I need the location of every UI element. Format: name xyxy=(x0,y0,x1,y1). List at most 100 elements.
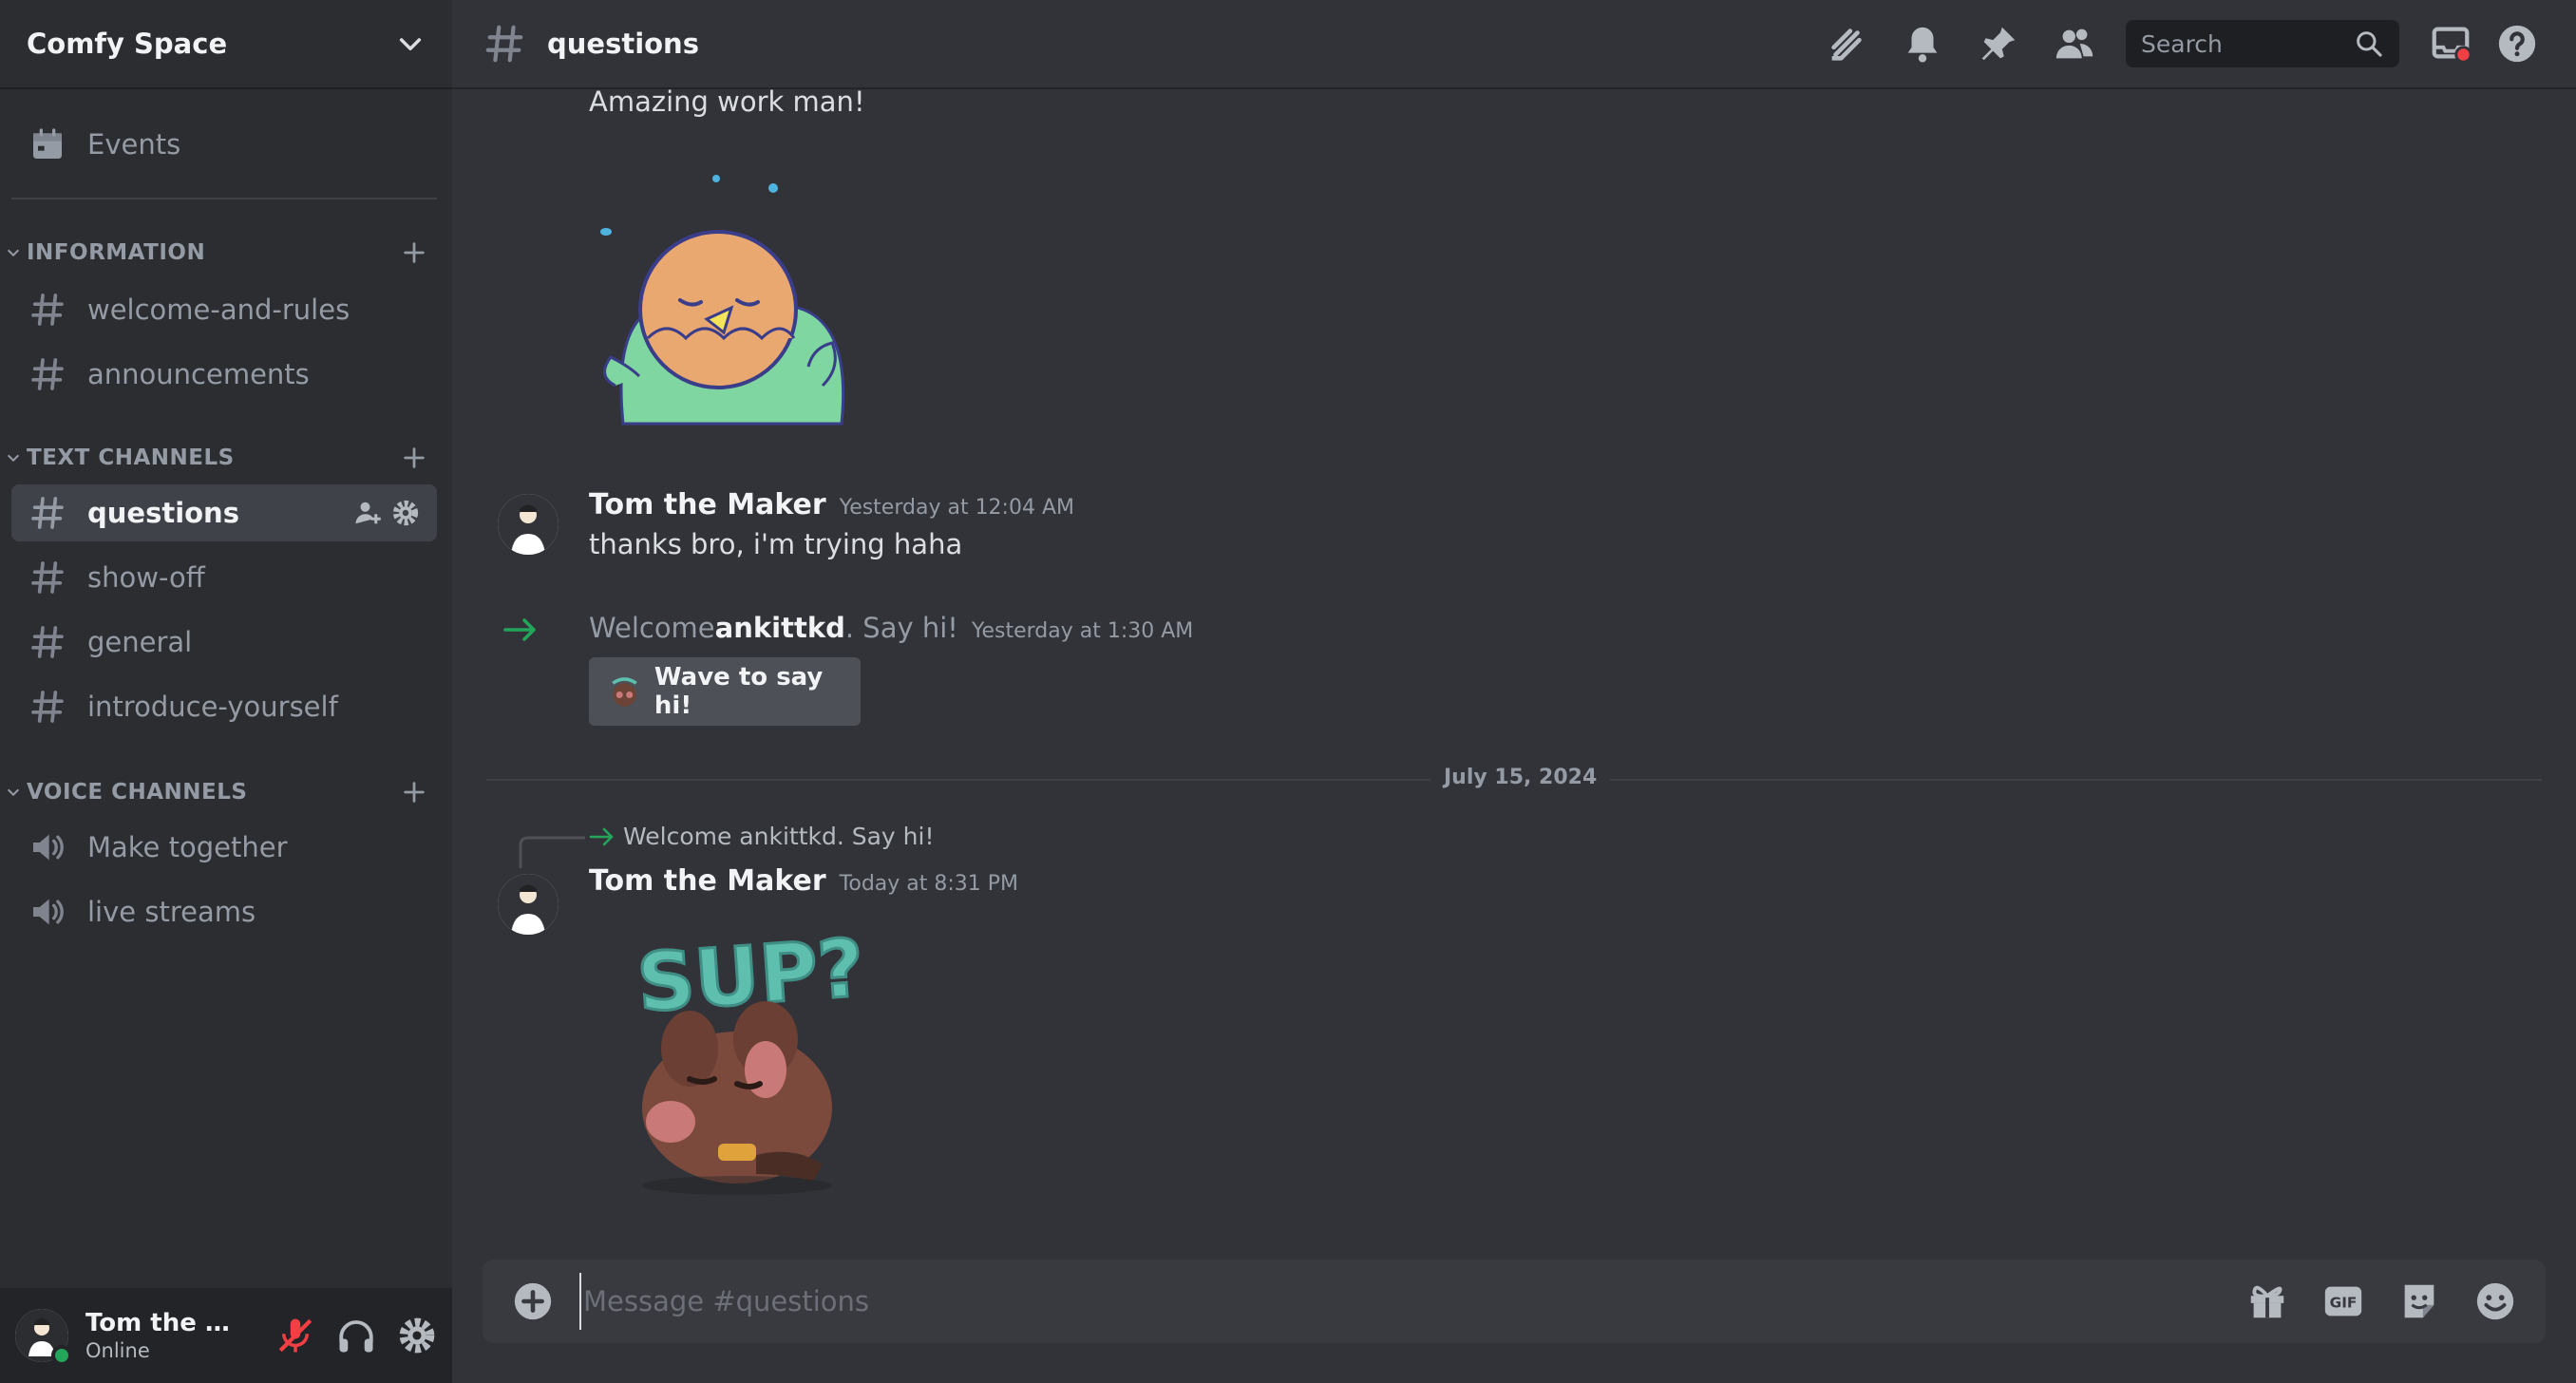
pin-icon xyxy=(1981,27,2016,61)
sidebar-item-questions[interactable]: questions xyxy=(11,484,437,541)
create-channel-plus-icon[interactable] xyxy=(401,779,427,805)
system-text-suffix: . Say hi! xyxy=(844,612,958,644)
channel-label: show-off xyxy=(87,561,205,594)
channel-label: introduce-yourself xyxy=(87,691,338,723)
message-timestamp: Today at 8:31 PM xyxy=(839,872,1019,896)
help-icon xyxy=(2498,25,2536,63)
server-header[interactable]: Comfy Space xyxy=(0,0,452,89)
avatar[interactable] xyxy=(15,1309,72,1366)
user-status: Online xyxy=(85,1339,150,1362)
hashtag-icon xyxy=(31,561,64,594)
header-toolbar: Search xyxy=(1809,15,2546,72)
search-icon xyxy=(2357,31,2382,57)
user-info[interactable]: Tom the M... Online xyxy=(85,1309,247,1362)
channel-label: welcome-and-rules xyxy=(87,294,350,326)
channel-label: announcements xyxy=(87,358,310,390)
speaker-icon xyxy=(33,899,64,925)
bell-icon xyxy=(1907,27,1938,63)
channel-header: questions Search xyxy=(452,0,2576,89)
create-channel-plus-icon[interactable] xyxy=(401,445,427,471)
channel-label: general xyxy=(87,626,193,658)
avatar[interactable] xyxy=(498,874,559,935)
headphones-icon[interactable] xyxy=(336,1316,376,1355)
message-text: Amazing work man! xyxy=(589,85,865,118)
help-button[interactable] xyxy=(2489,15,2546,72)
hashtag-icon xyxy=(31,691,64,723)
wave-button[interactable]: Wave to say hi! xyxy=(589,657,861,726)
member-list-button[interactable] xyxy=(2036,15,2112,72)
events-link[interactable]: Events xyxy=(11,116,437,173)
sidebar-item-announcements[interactable]: announcements xyxy=(11,346,437,403)
gif-label: GIF xyxy=(2330,1295,2358,1312)
wave-sticker-icon xyxy=(612,677,637,707)
invite-member-icon[interactable] xyxy=(353,499,382,527)
message-timestamp: Yesterday at 12:04 AM xyxy=(839,496,1074,520)
sidebar-item-introduce-yourself[interactable]: introduce-yourself xyxy=(11,678,437,735)
reply-spine xyxy=(519,836,585,868)
hashtag-icon xyxy=(485,25,523,63)
category-information[interactable]: INFORMATION xyxy=(0,236,452,270)
sidebar-item-general[interactable]: general xyxy=(11,614,437,671)
avatar[interactable] xyxy=(498,494,559,555)
gif-icon[interactable]: GIF xyxy=(2321,1279,2365,1323)
gift-icon[interactable] xyxy=(2245,1279,2289,1323)
channel-sidebar: Comfy Space Events INFORMATION welcome-a… xyxy=(0,0,452,1383)
speaker-icon xyxy=(33,834,64,861)
message-author[interactable]: Tom the Maker xyxy=(589,864,826,898)
search-placeholder: Search xyxy=(2141,29,2223,58)
pinned-messages-button[interactable] xyxy=(1960,15,2036,72)
chevron-down-icon xyxy=(7,249,20,257)
calendar-icon xyxy=(33,128,62,159)
sup-sticker-image: SUP? xyxy=(633,927,868,1195)
message-text: thanks bro, i'm trying haha xyxy=(589,528,963,560)
message-author[interactable]: Tom the Maker xyxy=(589,488,826,521)
reply-preview[interactable]: Welcome ankittkd. Say hi! xyxy=(589,823,934,850)
sidebar-item-welcome-and-rules[interactable]: welcome-and-rules xyxy=(11,281,437,338)
system-text-prefix: Welcome xyxy=(589,612,715,644)
threads-icon xyxy=(1831,28,1862,61)
join-arrow-icon xyxy=(503,618,536,641)
user-panel: Tom the M... Online xyxy=(0,1288,452,1383)
bird-sticker-image xyxy=(600,175,845,426)
plus-circle-icon xyxy=(514,1282,552,1320)
chevron-down-icon xyxy=(7,454,20,463)
message-timestamp: Yesterday at 1:30 AM xyxy=(971,619,1194,643)
search-input[interactable]: Search xyxy=(2126,20,2399,67)
emoji-icon[interactable] xyxy=(2473,1279,2517,1323)
message-header: Tom the Maker Yesterday at 12:04 AM xyxy=(589,488,1074,521)
system-username[interactable]: ankittkd xyxy=(715,612,845,644)
inbox-button[interactable] xyxy=(2413,15,2489,72)
hashtag-icon xyxy=(31,497,64,529)
notification-settings-button[interactable] xyxy=(1885,15,1960,72)
category-voice-channels[interactable]: VOICE CHANNELS xyxy=(0,775,452,809)
chevron-down-icon xyxy=(399,38,422,51)
gear-icon[interactable] xyxy=(397,1316,437,1355)
reply-preview-text: Welcome ankittkd. Say hi! xyxy=(623,823,935,850)
date-divider-label: July 15, 2024 xyxy=(1430,766,1611,789)
members-icon xyxy=(2055,28,2093,59)
category-label: VOICE CHANNELS xyxy=(27,780,248,805)
channel-label: Make together xyxy=(87,831,288,863)
category-text-channels[interactable]: TEXT CHANNELS xyxy=(0,441,452,475)
events-label: Events xyxy=(87,128,181,161)
create-channel-plus-icon[interactable] xyxy=(401,239,427,266)
online-status-dot xyxy=(51,1345,72,1366)
inbox-icon xyxy=(2432,27,2472,64)
message-list[interactable]: Amazing work man! Tom the Maker Yesterda… xyxy=(452,85,2576,1260)
attach-button[interactable] xyxy=(511,1279,555,1323)
message-composer: GIF xyxy=(483,1260,2546,1343)
user-avatar-image xyxy=(498,874,559,935)
sticker-icon[interactable] xyxy=(2397,1279,2441,1323)
sidebar-item-make-together[interactable]: Make together xyxy=(11,819,437,876)
user-name: Tom the M... xyxy=(85,1309,247,1337)
gear-icon[interactable] xyxy=(391,499,420,527)
user-controls xyxy=(275,1316,437,1355)
threads-button[interactable] xyxy=(1809,15,1885,72)
sidebar-item-show-off[interactable]: show-off xyxy=(11,549,437,606)
message-input[interactable] xyxy=(579,1273,2245,1330)
microphone-muted-icon[interactable] xyxy=(275,1316,315,1355)
hashtag-icon xyxy=(31,358,64,390)
sidebar-item-live-streams[interactable]: live streams xyxy=(11,883,437,940)
system-message: Welcome ankittkd . Say hi! Yesterday at … xyxy=(589,612,1193,644)
category-label: INFORMATION xyxy=(27,240,206,265)
